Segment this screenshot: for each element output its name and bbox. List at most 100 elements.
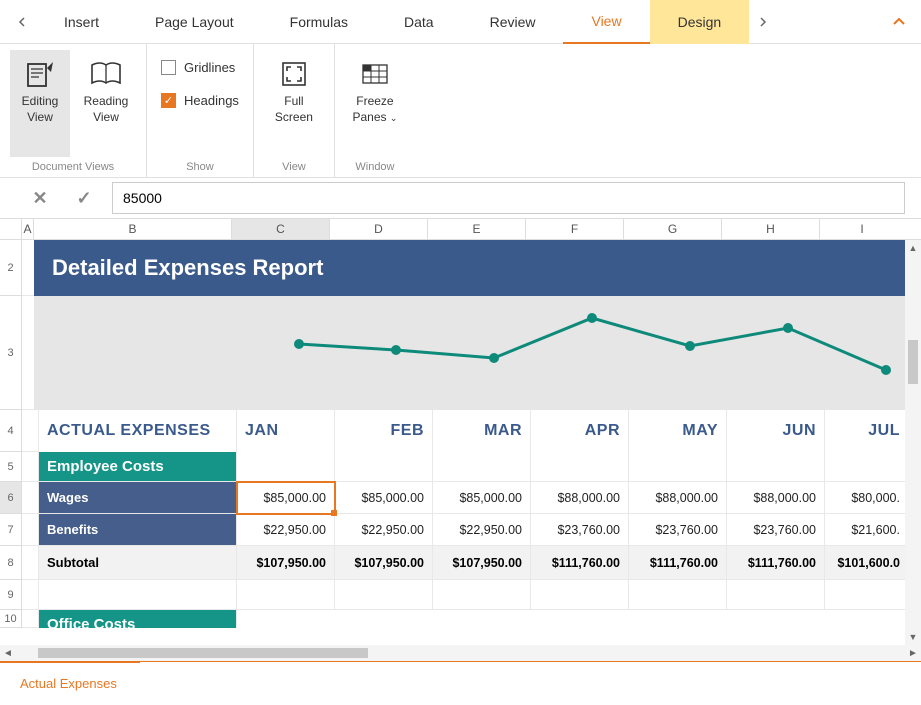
editing-view-icon — [25, 56, 55, 92]
chevron-down-icon: ⌄ — [390, 113, 398, 123]
scroll-right-arrow[interactable]: ► — [905, 645, 921, 661]
row-10[interactable]: 10 — [0, 610, 22, 628]
gridlines-checkbox[interactable]: Gridlines — [157, 54, 243, 81]
group-label-docviews: Document Views — [10, 157, 136, 175]
cell-benefits-may[interactable]: $23,760.00 — [629, 514, 727, 546]
cell-benefits-jan[interactable]: $22,950.00 — [237, 514, 335, 546]
col-i[interactable]: I — [820, 219, 904, 239]
grid: 2 3 4 5 6 7 8 9 10 Detailed Expenses Rep… — [0, 240, 921, 628]
row-3[interactable]: 3 — [0, 296, 22, 410]
tab-view[interactable]: View — [563, 0, 649, 44]
col-e[interactable]: E — [428, 219, 526, 239]
cell-benefits-jul[interactable]: $21,600. — [825, 514, 909, 546]
select-all-corner[interactable] — [0, 219, 22, 239]
formula-accept-button[interactable]: ✓ — [68, 182, 100, 214]
scroll-down-arrow[interactable]: ▼ — [905, 629, 921, 645]
formula-cancel-button[interactable]: ✕ — [24, 182, 56, 214]
cell-wages-jun[interactable]: $88,000.00 — [727, 482, 825, 514]
month-mar: MAR — [433, 410, 531, 452]
row-4[interactable]: 4 — [0, 410, 22, 452]
month-jun: JUN — [727, 410, 825, 452]
cell-wages-feb[interactable]: $85,000.00 — [335, 482, 433, 514]
tab-formulas[interactable]: Formulas — [262, 0, 376, 44]
cell-benefits-mar[interactable]: $22,950.00 — [433, 514, 531, 546]
headings-check-icon: ✓ — [161, 93, 176, 108]
cell-sub-jul[interactable]: $101,600.0 — [825, 546, 909, 580]
col-d[interactable]: D — [330, 219, 428, 239]
cell-sub-jun[interactable]: $111,760.00 — [727, 546, 825, 580]
cell-sub-mar[interactable]: $107,950.00 — [433, 546, 531, 580]
row-8[interactable]: 8 — [0, 546, 22, 580]
row-7[interactable]: 7 — [0, 514, 22, 546]
month-jan: JAN — [237, 410, 335, 452]
cell-wages-may[interactable]: $88,000.00 — [629, 482, 727, 514]
col-h[interactable]: H — [722, 219, 820, 239]
tab-insert[interactable]: Insert — [36, 0, 127, 44]
cell-benefits-jun[interactable]: $23,760.00 — [727, 514, 825, 546]
cell-wages-jul[interactable]: $80,000. — [825, 482, 909, 514]
ribbon-tabs: Insert Page Layout Formulas Data Review … — [0, 0, 921, 44]
editing-view-button[interactable]: Editing View — [10, 50, 70, 157]
cell-wages-jan[interactable]: $85,000.00 — [237, 482, 335, 514]
freeze-panes-button[interactable]: Freeze Panes ⌄ — [345, 50, 405, 157]
headings-label: Headings — [184, 93, 239, 108]
tab-design[interactable]: Design — [650, 0, 750, 44]
horizontal-scrollbar[interactable]: ◄ ► — [0, 645, 921, 661]
col-c[interactable]: C — [232, 219, 330, 239]
cell-wages-apr[interactable]: $88,000.00 — [531, 482, 629, 514]
cell-wages-mar[interactable]: $85,000.00 — [433, 482, 531, 514]
col-f[interactable]: F — [526, 219, 624, 239]
group-label-window: Window — [345, 157, 405, 175]
section-office-costs: Office Costs — [39, 610, 237, 628]
col-b[interactable]: B — [34, 219, 232, 239]
full-screen-label: Full Screen — [275, 94, 313, 125]
tab-data[interactable]: Data — [376, 0, 462, 44]
row-9[interactable]: 9 — [0, 580, 22, 610]
tab-review[interactable]: Review — [462, 0, 564, 44]
cell-benefits-feb[interactable]: $22,950.00 — [335, 514, 433, 546]
sheet-tab-actual-expenses[interactable]: Actual Expenses — [16, 668, 121, 699]
column-headers: A B C D E F G H I — [0, 218, 921, 240]
gridlines-check-icon — [161, 60, 176, 75]
reading-view-label: Reading View — [84, 94, 129, 125]
row-wages-label: Wages — [39, 482, 237, 514]
group-label-view: View — [264, 157, 324, 175]
freeze-panes-icon — [362, 56, 388, 92]
scroll-left-arrow[interactable]: ◄ — [0, 645, 16, 661]
ribbon-collapse[interactable] — [885, 0, 913, 44]
row-subtotal-label: Subtotal — [39, 546, 237, 580]
formula-input[interactable] — [112, 182, 905, 214]
full-screen-button[interactable]: Full Screen — [264, 50, 324, 157]
section-header: ACTUAL EXPENSES — [39, 410, 237, 452]
col-a[interactable]: A — [22, 219, 34, 239]
cell-sub-may[interactable]: $111,760.00 — [629, 546, 727, 580]
reading-view-button[interactable]: Reading View — [76, 50, 136, 157]
row-5[interactable]: 5 — [0, 452, 22, 482]
row-6[interactable]: 6 — [0, 482, 22, 514]
tab-page-layout[interactable]: Page Layout — [127, 0, 262, 44]
vertical-scrollbar[interactable]: ▲ ▼ — [905, 240, 921, 645]
report-title: Detailed Expenses Report — [34, 240, 921, 296]
cell-sub-apr[interactable]: $111,760.00 — [531, 546, 629, 580]
group-view: Full Screen View — [254, 44, 335, 177]
headings-checkbox[interactable]: ✓ Headings — [157, 87, 243, 114]
month-may: MAY — [629, 410, 727, 452]
row-2[interactable]: 2 — [0, 240, 22, 296]
gridlines-label: Gridlines — [184, 60, 235, 75]
scroll-up-arrow[interactable]: ▲ — [905, 240, 921, 256]
tab-scroll-left[interactable] — [8, 0, 36, 44]
cell-sub-feb[interactable]: $107,950.00 — [335, 546, 433, 580]
month-feb: FEB — [335, 410, 433, 452]
group-label-show: Show — [157, 157, 243, 175]
month-apr: APR — [531, 410, 629, 452]
hscroll-thumb[interactable] — [38, 648, 368, 658]
cell-benefits-apr[interactable]: $23,760.00 — [531, 514, 629, 546]
freeze-panes-label: Freeze Panes ⌄ — [352, 94, 397, 125]
tab-scroll-right[interactable] — [749, 0, 777, 44]
month-jul: JUL — [825, 410, 909, 452]
formula-bar: ✕ ✓ — [0, 178, 921, 218]
vscroll-thumb[interactable] — [908, 340, 918, 384]
fullscreen-icon — [281, 56, 307, 92]
cell-sub-jan[interactable]: $107,950.00 — [237, 546, 335, 580]
col-g[interactable]: G — [624, 219, 722, 239]
